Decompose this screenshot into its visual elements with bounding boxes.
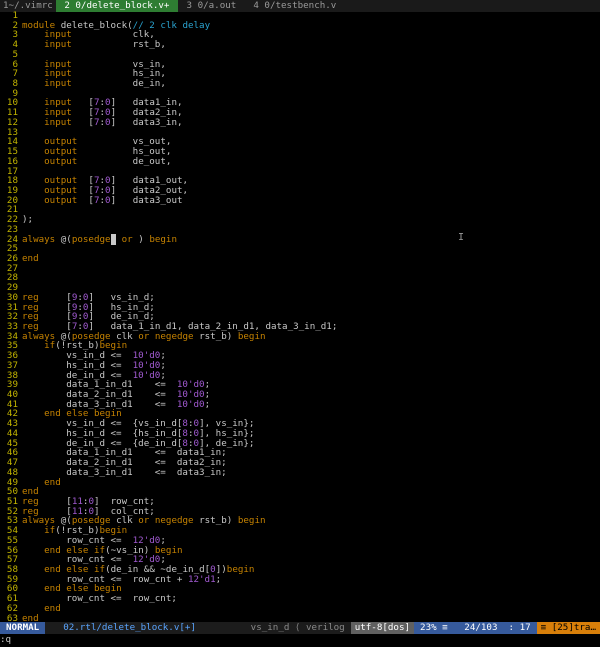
mode-indicator: NORMAL	[0, 622, 46, 634]
code-line[interactable]: 25	[0, 244, 600, 254]
warning-indicator: ≡ [25]tra…	[536, 622, 600, 634]
code-line[interactable]: 28	[0, 273, 600, 283]
line-code: end	[22, 252, 39, 264]
code-line[interactable]: 61 row_cnt <= row_cnt;	[0, 594, 600, 604]
code-line[interactable]: 20 output [7:0] data3_out	[0, 194, 600, 206]
line-number: 8	[12, 78, 18, 90]
code-line[interactable]: 48 data_3_in_d1 <= data3_in;	[0, 468, 600, 478]
status-line: NORMAL 02.rtl/delete_block.v[+] vs_in_d …	[0, 622, 600, 634]
line-code: );	[22, 214, 34, 226]
line-code: output [7:0] data3_out	[44, 194, 183, 206]
code-line[interactable]: 62 end	[0, 602, 600, 614]
line-code: input rst_b,	[44, 39, 166, 51]
line-code: end	[44, 602, 61, 614]
text-cursor-icon: I	[458, 232, 465, 243]
line-number: 6	[12, 58, 18, 70]
code-line[interactable]: 12 input [7:0] data3_in,	[0, 118, 600, 128]
line-code: output de_out,	[44, 155, 172, 167]
command-line[interactable]: :q	[0, 634, 600, 646]
line-number: 3	[12, 29, 18, 41]
code-line[interactable]: 24 always @(posedge or ) begin	[0, 233, 600, 245]
line-number: 7	[12, 68, 18, 80]
line-code: data_3_in_d1 <= data3_in;	[22, 466, 227, 478]
line-number: 1	[12, 10, 18, 21]
line-code: input de_in,	[44, 78, 166, 90]
line-code: row_cnt <= row_cnt;	[22, 593, 177, 605]
encoding-indicator: utf-8[dos]	[350, 622, 415, 634]
code-line[interactable]: 21	[0, 205, 600, 215]
line-number: 4	[12, 39, 18, 51]
line-code: input [7:0] data3_in,	[44, 116, 183, 128]
line-number: 5	[12, 48, 18, 60]
code-line[interactable]: 8 input de_in,	[0, 79, 600, 89]
code-line[interactable]: 4 input rst_b,	[0, 40, 600, 50]
cursor-position: 23% ≡ 24/103 : 17	[414, 622, 537, 634]
code-line[interactable]: 26 end	[0, 254, 600, 264]
context-info: vs_in_d ⟨ verilog	[250, 622, 345, 633]
line-code: always @(posedge or ) begin	[22, 233, 177, 245]
line-code: end	[44, 476, 61, 488]
code-line[interactable]: 22);	[0, 215, 600, 225]
file-name: 02.rtl/delete_block.v[+]	[63, 622, 196, 633]
code-line[interactable]: 16 output de_out,	[0, 155, 600, 167]
code-line[interactable]: 27	[0, 263, 600, 274]
line-number: 2	[12, 19, 18, 31]
code-line[interactable]: 49 end	[0, 476, 600, 488]
editor-buffer[interactable]: 1 2 module delete_block(// 2 clk delay 3 in…	[0, 11, 600, 623]
